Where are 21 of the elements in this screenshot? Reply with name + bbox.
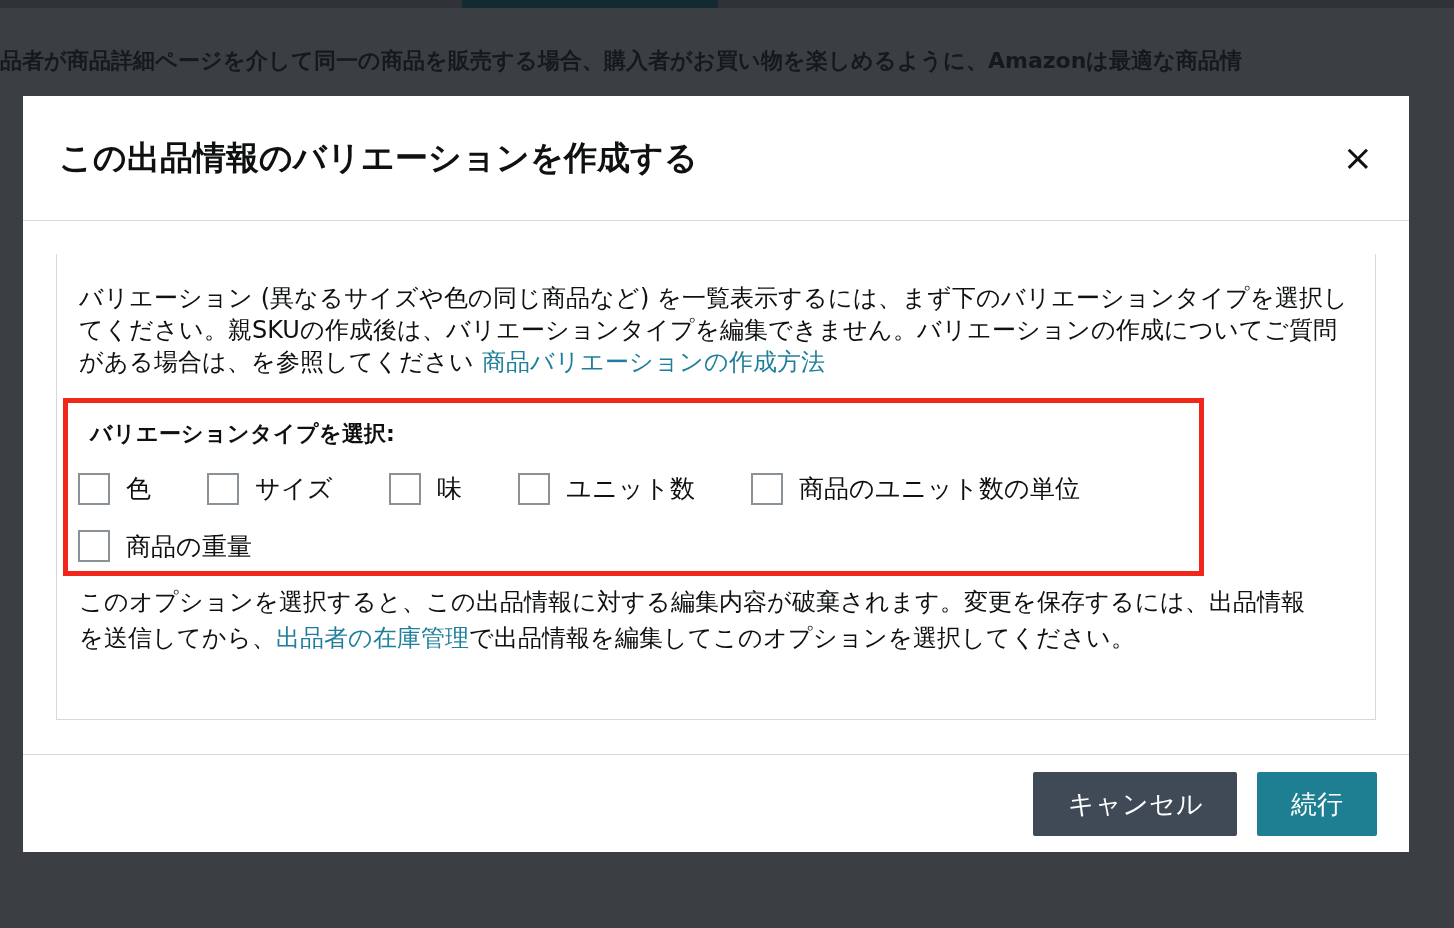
option-label: 商品のユニット数の単位 [799,473,1080,505]
intro-text: バリエーション (異なるサイズや色の同じ商品など) を一覧表示するには、まず下のバリエーションタイプを選択してください。親SKUの作成後は、バリエーションタイプを編集できません。バリエーションの作成についてご質問がある場合は、を参照してください 商品バリエーションの作成方法 [79,283,1349,378]
cancel-button[interactable]: キャンセル [1033,772,1237,836]
inventory-link[interactable]: 出品者の在庫管理 [276,624,469,652]
checkbox[interactable] [78,530,110,563]
help-link[interactable]: 商品バリエーションの作成方法 [481,348,825,376]
option-label: ユニット数 [566,473,695,505]
variation-type-label: バリエーションタイプを選択: [88,420,396,448]
close-button[interactable]: × [1342,140,1373,176]
option-label: 味 [437,473,462,505]
checkbox[interactable] [751,472,783,505]
checkbox[interactable] [518,472,550,505]
checkbox[interactable] [78,472,110,505]
checkbox[interactable] [207,472,239,505]
option-label: 商品の重量 [126,530,252,563]
warning-text: このオプションを選択すると、この出品情報に対する編集内容が破棄されます。変更を保存するには、出品情報を送信してから、出品者の在庫管理で出品情報を編集してこのオプションを選択してください。 [79,587,1306,654]
checkbox[interactable] [389,472,421,505]
option-label: 色 [126,473,151,505]
dialog-title: この出品情報のバリエーションを作成する [59,137,698,180]
continue-button[interactable]: 続行 [1257,772,1377,836]
option-label: サイズ [255,473,333,505]
